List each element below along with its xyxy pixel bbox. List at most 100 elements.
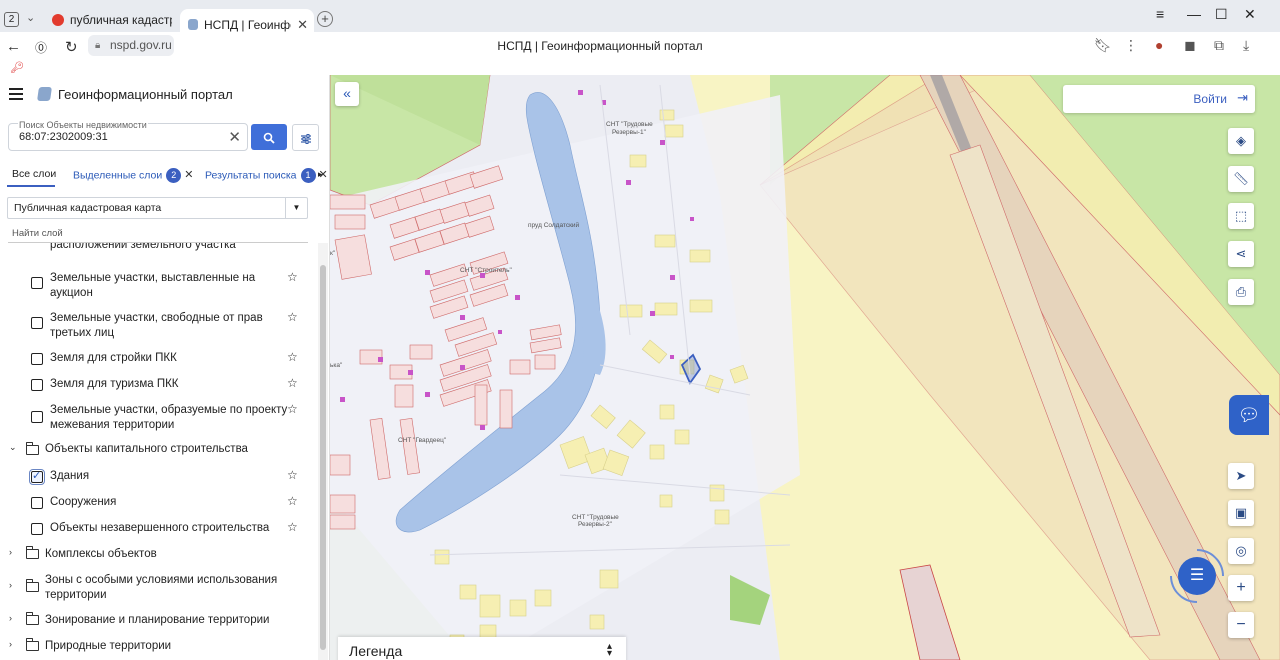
favorite-star-icon[interactable]: ☆ — [287, 402, 298, 416]
layer-group-label: Зоны с особыми условиями использования т… — [45, 574, 278, 601]
layer-tabs: Все слои Выделенные слои 2 ✕ Результаты по… — [0, 163, 330, 187]
minimize-icon[interactable]: — — [1187, 6, 1201, 22]
layer-label: Земля для туризма ПКК — [50, 378, 179, 390]
layer-group-label: Объекты капитального строительства — [45, 443, 248, 455]
nspd-favicon-icon — [188, 19, 198, 30]
zoom-out-button[interactable]: − — [1228, 612, 1254, 638]
basemap-select[interactable]: Публичная кадастровая карта ▼ — [7, 197, 308, 219]
layers-tree: расположении земельного участка Земельны… — [0, 243, 318, 660]
chevron-right-icon[interactable]: › — [9, 580, 12, 590]
layer-checkbox[interactable] — [31, 379, 43, 391]
extension-icon[interactable]: ● — [1155, 37, 1163, 53]
search-value[interactable]: 68:07:2302009:31 — [19, 131, 108, 143]
tab-list-chevron-icon[interactable]: ⌄ — [26, 11, 35, 24]
browser-tab-1[interactable]: публичная кадастровая к — [52, 9, 172, 31]
tab-selected-layers[interactable]: Выделенные слои 2 ✕ — [73, 168, 193, 183]
map-view[interactable]: СНТ "Трудовые Резервы-1" СНТ "Строитель"… — [330, 75, 1280, 660]
map-label: пруд Солдатский — [528, 221, 580, 229]
search-button[interactable] — [251, 124, 287, 150]
bookmark-icon[interactable]: 🔖︎ — [1094, 37, 1112, 54]
favorite-star-icon[interactable]: ☆ — [287, 520, 298, 534]
map-label: СНТ "Гвардеец" — [398, 437, 447, 444]
favorite-star-icon[interactable]: ☆ — [287, 270, 298, 284]
tab-search-results[interactable]: Результаты поиска 1 ✕ — [205, 168, 328, 183]
folder-icon — [26, 612, 39, 625]
locate-me-button[interactable]: ➤ — [1228, 463, 1254, 489]
portal-title: Геоинформационный портал — [58, 87, 233, 102]
filter-button[interactable] — [292, 124, 319, 151]
legend-title: Легенда — [349, 643, 403, 659]
chevron-down-icon[interactable]: ⌄ — [9, 442, 17, 453]
chevron-right-icon[interactable]: › — [9, 639, 12, 649]
clear-search-icon[interactable]: ✕ — [228, 128, 241, 146]
search-results-badge: 1 — [300, 168, 316, 183]
maximize-icon[interactable]: ☐ — [1215, 6, 1228, 23]
layer-group-label: Зонирование и планирование территории — [45, 614, 270, 626]
layer-label: Объекты незавершенного строительства — [50, 522, 270, 534]
tabs-scroll-right-icon[interactable]: ▸ — [318, 169, 323, 180]
favorite-star-icon[interactable]: ☆ — [287, 350, 298, 364]
tab-count-button[interactable]: 2 — [4, 12, 19, 27]
collapse-sidebar-button[interactable]: « — [335, 82, 359, 106]
favorite-star-icon[interactable]: ☆ — [287, 494, 298, 508]
login-bar[interactable]: Войти ⇥ — [1063, 85, 1255, 113]
search-input[interactable]: Поиск Объекты недвижимости 68:07:2302009… — [8, 120, 248, 151]
layer-checkbox[interactable] — [31, 411, 43, 423]
layer-checkbox[interactable] — [31, 317, 43, 329]
collections-icon[interactable]: ⧉ — [1214, 37, 1224, 54]
ruler-button[interactable]: 📏︎ — [1228, 166, 1254, 192]
active-tab-indicator — [7, 185, 55, 187]
layer-label: Сооружения — [50, 496, 117, 508]
chevron-right-icon[interactable]: › — [9, 547, 12, 557]
dropdown-arrow-icon[interactable]: ▼ — [285, 198, 307, 218]
layer-checkbox[interactable] — [31, 523, 43, 535]
layers-button[interactable]: ◈ — [1228, 128, 1254, 154]
assistant-icon[interactable]: 💬︎ — [1229, 395, 1269, 435]
menu-icon[interactable]: ≡ — [1156, 6, 1164, 22]
legend-panel[interactable]: Легенда ▴ ▾ — [338, 637, 626, 660]
layer-label: Земельные участки, образуемые по проекту… — [50, 404, 288, 431]
favorite-star-icon[interactable]: ☆ — [287, 468, 298, 482]
chat-button[interactable]: ☰ — [1158, 537, 1236, 615]
key-icon[interactable]: 🔑︎ — [10, 61, 24, 74]
print-button[interactable]: ⎙ — [1228, 279, 1254, 305]
new-tab-button[interactable]: + — [317, 11, 333, 27]
tab-all-layers[interactable]: Все слои — [12, 168, 56, 180]
map-label: СНТ "Трудовые — [606, 121, 653, 128]
layer-label: Земельные участки, выставленные на аукци… — [50, 272, 256, 299]
map-label: ька" — [330, 362, 343, 369]
layer-checkbox[interactable] — [31, 277, 43, 289]
cadastral-map[interactable]: СНТ "Трудовые Резервы-1" СНТ "Строитель"… — [330, 75, 1280, 660]
yandex-favicon-icon — [52, 14, 64, 26]
tree-scrollbar-thumb[interactable] — [320, 265, 326, 650]
share-button[interactable]: ⋖ — [1228, 241, 1254, 267]
search-icon — [263, 132, 275, 144]
favorite-star-icon[interactable]: ☆ — [287, 310, 298, 324]
zoom-in-button[interactable]: + — [1228, 575, 1254, 601]
layer-checkbox-checked[interactable] — [29, 469, 45, 485]
select-area-button[interactable]: ⬚ — [1228, 203, 1254, 229]
chevron-right-icon[interactable]: › — [9, 613, 12, 623]
layer-label: Земельные участки, свободные от прав тре… — [50, 312, 263, 339]
expand-legend-icon[interactable]: ▴ ▾ — [607, 642, 612, 659]
hamburger-menu-icon[interactable] — [9, 88, 23, 103]
close-window-icon[interactable]: ✕ — [1244, 6, 1256, 23]
tab-selected-layers-label: Выделенные слои — [73, 169, 163, 182]
pocket-icon[interactable]: ◼ — [1184, 37, 1196, 54]
layer-checkbox[interactable] — [31, 353, 43, 365]
login-button[interactable]: Войти — [1193, 92, 1227, 106]
password-bar: 🔑︎ — [0, 60, 1280, 75]
layer-checkbox[interactable] — [31, 497, 43, 509]
login-icon: ⇥ — [1237, 90, 1248, 105]
favorite-star-icon[interactable]: ☆ — [287, 376, 298, 390]
address-bar: ← ⓪ ↻ 🔒︎ nspd.gov.ru НСПД | Геоинформаци… — [0, 32, 1280, 60]
minimap-button[interactable]: ▣ — [1228, 500, 1254, 526]
more-options-icon[interactable]: ⋮ — [1124, 37, 1138, 54]
geolocation-button[interactable]: ◎ — [1228, 538, 1254, 564]
tab-search-results-label: Результаты поиска — [205, 169, 297, 182]
downloads-icon[interactable]: ⤓ — [1243, 37, 1249, 54]
layer-search-input[interactable]: Найти слой — [8, 225, 308, 243]
close-tab-icon[interactable]: ✕ — [297, 17, 308, 33]
close-selected-layers-icon[interactable]: ✕ — [184, 169, 193, 181]
page-title: НСПД | Геоинформационный портал — [497, 39, 703, 53]
